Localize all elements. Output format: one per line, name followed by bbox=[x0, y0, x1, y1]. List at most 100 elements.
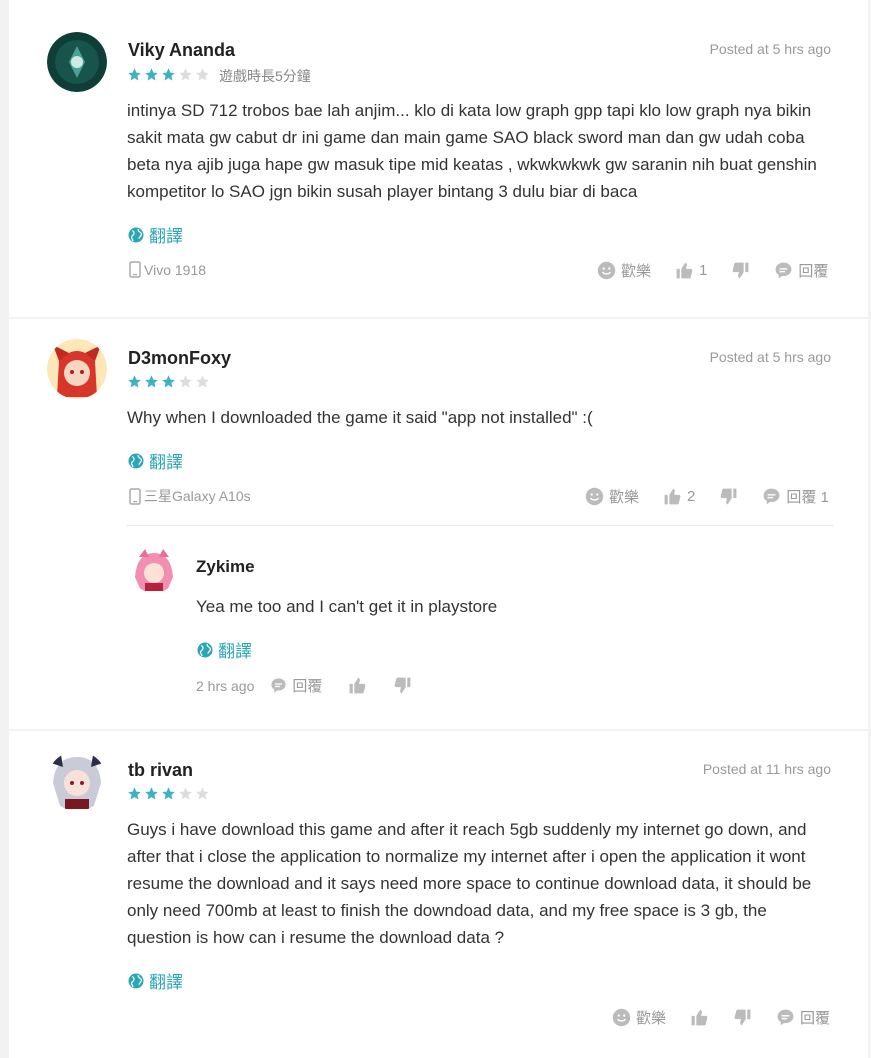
globe-icon bbox=[128, 973, 144, 988]
star-filled-icon bbox=[162, 375, 175, 388]
smile-icon bbox=[612, 1008, 631, 1027]
thumbs-up-icon bbox=[676, 262, 693, 279]
globe-icon bbox=[197, 642, 213, 657]
fun-button[interactable]: 歡樂 bbox=[597, 260, 651, 281]
star-empty-icon bbox=[179, 375, 192, 388]
reply-time: 2 hrs ago bbox=[196, 677, 255, 694]
device-name: 三星Galaxy A10s bbox=[144, 488, 251, 504]
dislike-button[interactable] bbox=[719, 487, 738, 506]
like-button[interactable] bbox=[690, 1008, 709, 1027]
comment-icon bbox=[763, 488, 780, 505]
globe-icon bbox=[128, 453, 144, 468]
reply-button[interactable]: 回覆 bbox=[270, 675, 322, 696]
thumbs-up-icon bbox=[349, 677, 366, 694]
star-empty-icon bbox=[196, 375, 209, 388]
playtime: 遊戲時長5分鐘 bbox=[219, 68, 311, 84]
like-button[interactable] bbox=[348, 676, 367, 695]
translate-button[interactable]: 翻譯 bbox=[127, 968, 183, 993]
reply-label: 回覆 bbox=[800, 1010, 831, 1027]
translate-label: 翻譯 bbox=[149, 973, 183, 992]
device-name: Vivo 1918 bbox=[144, 261, 207, 278]
device-info: Vivo 1918 bbox=[129, 261, 206, 278]
thumbs-down-icon bbox=[732, 262, 749, 279]
star-filled-icon bbox=[145, 68, 158, 81]
action-bar: 歡樂 回覆 bbox=[612, 1007, 830, 1028]
star-empty-icon bbox=[179, 68, 192, 81]
like-button[interactable]: 2 bbox=[663, 487, 695, 506]
like-button[interactable]: 1 bbox=[675, 261, 707, 280]
thumbs-up-icon bbox=[664, 488, 681, 505]
star-filled-icon bbox=[128, 68, 141, 81]
reply-avatar[interactable] bbox=[131, 547, 177, 593]
device-info: 三星Galaxy A10s bbox=[129, 486, 251, 506]
star-filled-icon bbox=[162, 68, 175, 81]
star-filled-icon bbox=[145, 787, 158, 800]
posted-time: Posted at 5 hrs ago bbox=[709, 41, 831, 57]
translate-label: 翻譯 bbox=[149, 227, 183, 246]
username[interactable]: Viky Ananda bbox=[128, 40, 235, 61]
like-count: 1 bbox=[699, 262, 708, 279]
thumbs-down-icon bbox=[394, 677, 411, 694]
posted-time: Posted at 5 hrs ago bbox=[709, 349, 831, 365]
phone-icon bbox=[129, 261, 141, 278]
reply-button[interactable]: 回覆 bbox=[774, 260, 828, 281]
fun-label: 歡樂 bbox=[621, 263, 652, 280]
fun-button[interactable]: 歡樂 bbox=[612, 1007, 666, 1028]
globe-icon bbox=[128, 227, 144, 242]
translate-button[interactable]: 翻譯 bbox=[127, 222, 183, 247]
review-text: intinya SD 712 trobos bae lah anjim... k… bbox=[127, 101, 817, 201]
review-text: Why when I downloaded the game it said "… bbox=[127, 408, 593, 427]
review-card: tb rivan Posted at 11 hrs ago Guys i hav… bbox=[9, 731, 868, 1058]
star-filled-icon bbox=[145, 375, 158, 388]
avatar[interactable] bbox=[47, 32, 107, 92]
star-filled-icon bbox=[162, 787, 175, 800]
reply-text: Yea me too and I can't get it in playsto… bbox=[196, 597, 498, 616]
phone-icon bbox=[129, 487, 141, 505]
review-card: D3monFoxy Posted at 5 hrs ago Why when I… bbox=[9, 319, 868, 729]
rating-stars bbox=[127, 374, 210, 389]
fun-label: 歡樂 bbox=[609, 489, 640, 506]
username[interactable]: tb rivan bbox=[128, 760, 193, 781]
action-bar: 歡樂 1 回覆 bbox=[597, 260, 828, 281]
reply-label: 回覆 bbox=[798, 263, 829, 280]
smile-icon bbox=[597, 261, 616, 280]
comment-icon bbox=[271, 678, 286, 693]
star-empty-icon bbox=[179, 787, 192, 800]
avatar[interactable] bbox=[47, 339, 107, 399]
dislike-button[interactable] bbox=[731, 261, 750, 280]
fun-button[interactable]: 歡樂 bbox=[585, 486, 639, 507]
translate-label: 翻譯 bbox=[149, 453, 183, 472]
avatar[interactable] bbox=[47, 751, 107, 811]
dislike-button[interactable] bbox=[393, 676, 412, 695]
like-count: 2 bbox=[687, 488, 696, 505]
star-empty-icon bbox=[196, 68, 209, 81]
thumbs-down-icon bbox=[720, 488, 737, 505]
reply-button[interactable]: 回覆 1 bbox=[762, 486, 829, 507]
dislike-button[interactable] bbox=[733, 1008, 752, 1027]
reply-label: 回覆 bbox=[292, 678, 323, 695]
reply-button[interactable]: 回覆 bbox=[776, 1007, 830, 1028]
fun-label: 歡樂 bbox=[636, 1010, 667, 1027]
action-bar: 歡樂 2 回覆 1 bbox=[585, 486, 829, 507]
thumbs-down-icon bbox=[734, 1009, 751, 1026]
divider bbox=[127, 525, 833, 526]
star-filled-icon bbox=[128, 375, 141, 388]
rating-stars bbox=[127, 786, 210, 801]
translate-button[interactable]: 翻譯 bbox=[127, 448, 183, 473]
rating-stars bbox=[127, 67, 210, 82]
reply-username[interactable]: Zykime bbox=[196, 557, 255, 577]
star-empty-icon bbox=[196, 787, 209, 800]
review-text: Guys i have download this game and after… bbox=[127, 820, 812, 947]
star-filled-icon bbox=[128, 787, 141, 800]
posted-time: Posted at 11 hrs ago bbox=[702, 761, 831, 777]
reply-action-bar: 2 hrs ago 回覆 bbox=[196, 675, 412, 696]
comment-icon bbox=[777, 1009, 794, 1026]
translate-button[interactable]: 翻譯 bbox=[196, 637, 252, 662]
thumbs-up-icon bbox=[691, 1009, 708, 1026]
translate-label: 翻譯 bbox=[218, 642, 252, 661]
comment-icon bbox=[775, 262, 792, 279]
smile-icon bbox=[585, 487, 604, 506]
username[interactable]: D3monFoxy bbox=[128, 348, 231, 369]
reply-label: 回覆 1 bbox=[786, 489, 829, 506]
review-card: Viky Ananda Posted at 5 hrs ago 遊戲時長5分鐘 … bbox=[9, 0, 868, 317]
